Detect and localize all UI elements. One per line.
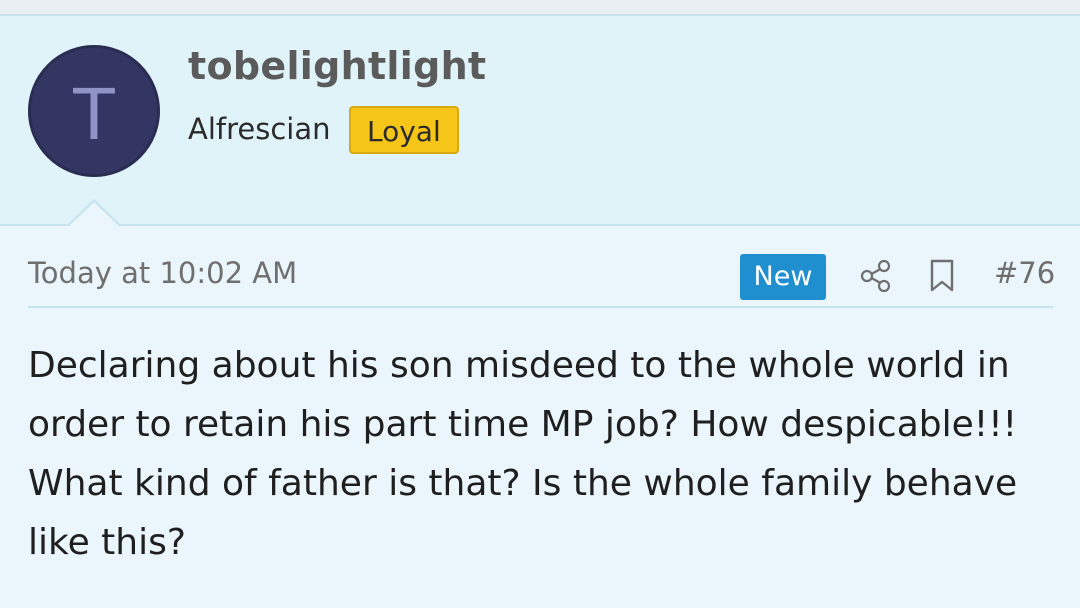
post-body: Declaring about his son misdeed to the w… — [28, 345, 1018, 563]
user-title: Alfrescian — [188, 112, 331, 146]
share-icon[interactable] — [858, 258, 894, 294]
post-number-link[interactable]: #76 — [994, 256, 1055, 290]
header-arrow-fill — [68, 202, 120, 227]
avatar[interactable]: T — [28, 45, 160, 177]
new-badge: New — [740, 254, 826, 300]
header-divider — [0, 224, 1080, 226]
user-badge: Loyal — [349, 106, 459, 154]
username-link[interactable]: tobelightlight — [188, 44, 486, 88]
bookmark-icon-graphic — [930, 259, 954, 292]
post-timestamp[interactable]: Today at 10:02 AM — [28, 256, 297, 290]
user-header — [0, 14, 1080, 226]
bookmark-icon[interactable] — [928, 258, 956, 294]
meta-divider — [28, 306, 1053, 308]
share-icon-graphic — [860, 259, 891, 293]
top-border — [0, 0, 1080, 14]
